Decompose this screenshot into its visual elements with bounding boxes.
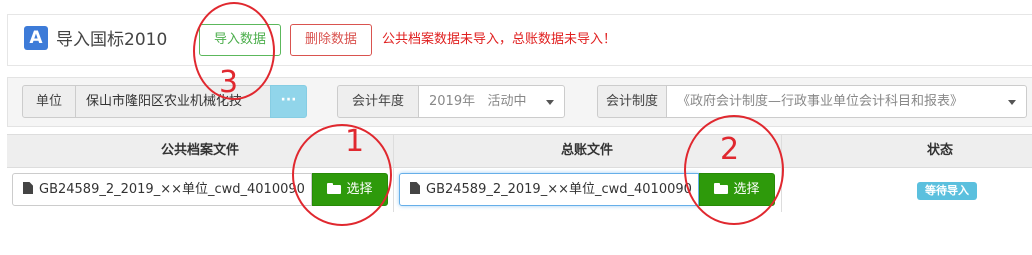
file-icon	[410, 182, 420, 194]
public-file-input[interactable]: GB24589_2_2019_××单位_cwd_4010090	[12, 173, 312, 206]
public-file-name: GB24589_2_2019_××单位_cwd_4010090	[39, 182, 305, 197]
annotation-number-3: 3	[219, 65, 239, 100]
accounting-system-select[interactable]: 《政府会计制度—行政事业单位会计科目和报表》	[666, 85, 1027, 118]
import-warning-text: 公共档案数据未导入，总账数据未导入！	[382, 32, 617, 47]
accounting-system-label: 会计制度	[597, 85, 667, 118]
file-icon	[23, 182, 33, 194]
chevron-down-icon	[546, 100, 554, 105]
column-header-status: 状态	[926, 143, 953, 158]
unit-label: 单位	[22, 85, 76, 118]
delete-data-button[interactable]: 删除数据	[290, 24, 372, 56]
status-badge: 等待导入	[917, 182, 977, 200]
chevron-down-icon	[1008, 100, 1016, 105]
fiscal-year-value: 2019年 活动中	[429, 94, 527, 109]
fiscal-year-label: 会计年度	[337, 85, 419, 118]
annotation-number-2: 2	[720, 132, 740, 167]
unit-more-button[interactable]: ···	[270, 85, 307, 118]
annotation-number-1: 1	[345, 124, 365, 159]
annotation-circle-1	[292, 124, 392, 226]
ledger-file-name: GB24589_2_2019_××单位_cwd_4010090	[426, 182, 692, 197]
ledger-file-input[interactable]: GB24589_2_2019_××单位_cwd_4010090	[399, 173, 699, 206]
accounting-system-value: 《政府会计制度—行政事业单位会计科目和报表》	[677, 94, 964, 109]
app-logo: A	[24, 26, 48, 50]
fiscal-year-select[interactable]: 2019年 活动中	[418, 85, 565, 118]
page-title: 导入国标2010	[56, 30, 168, 50]
